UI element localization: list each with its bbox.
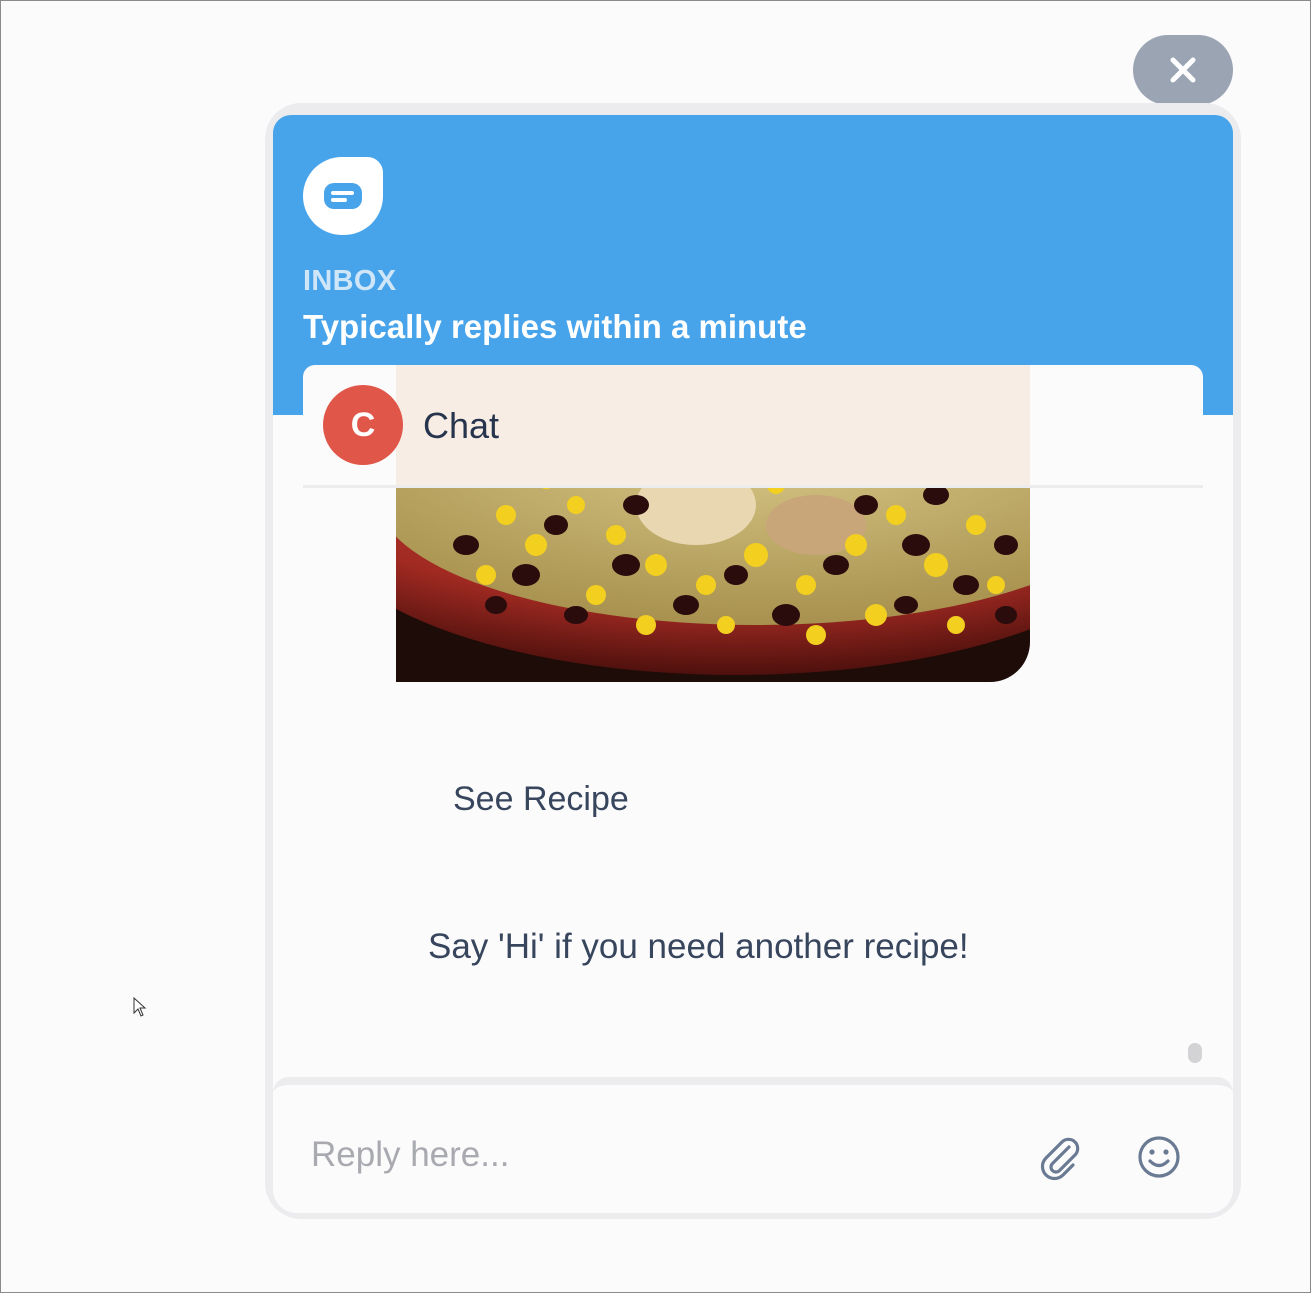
conversation-bar[interactable]: C Chat <box>303 365 1203 488</box>
see-recipe-link[interactable]: See Recipe <box>453 780 629 819</box>
emoji-button[interactable] <box>1135 1133 1183 1181</box>
smiley-icon <box>1138 1136 1180 1178</box>
reply-input[interactable] <box>311 1125 991 1185</box>
close-icon <box>1170 57 1196 83</box>
paperclip-icon <box>1040 1137 1080 1181</box>
close-widget-button[interactable] <box>1133 35 1233 105</box>
composer <box>273 1077 1233 1213</box>
inbox-label: INBOX <box>303 265 397 297</box>
reply-time-text: Typically replies within a minute <box>303 308 807 345</box>
conversation-title: Chat <box>423 405 500 446</box>
message-text: Say 'Hi' if you need another recipe! <box>428 927 969 966</box>
scrollbar-thumb[interactable] <box>1188 1043 1202 1063</box>
avatar: C <box>323 385 403 465</box>
inbox-logo <box>303 157 383 235</box>
chat-bubble-icon <box>324 183 362 209</box>
attach-button[interactable] <box>1035 1133 1083 1181</box>
mouse-cursor-icon <box>133 997 147 1017</box>
chat-widget: INBOX Typically replies within a minute <box>273 115 1233 1213</box>
